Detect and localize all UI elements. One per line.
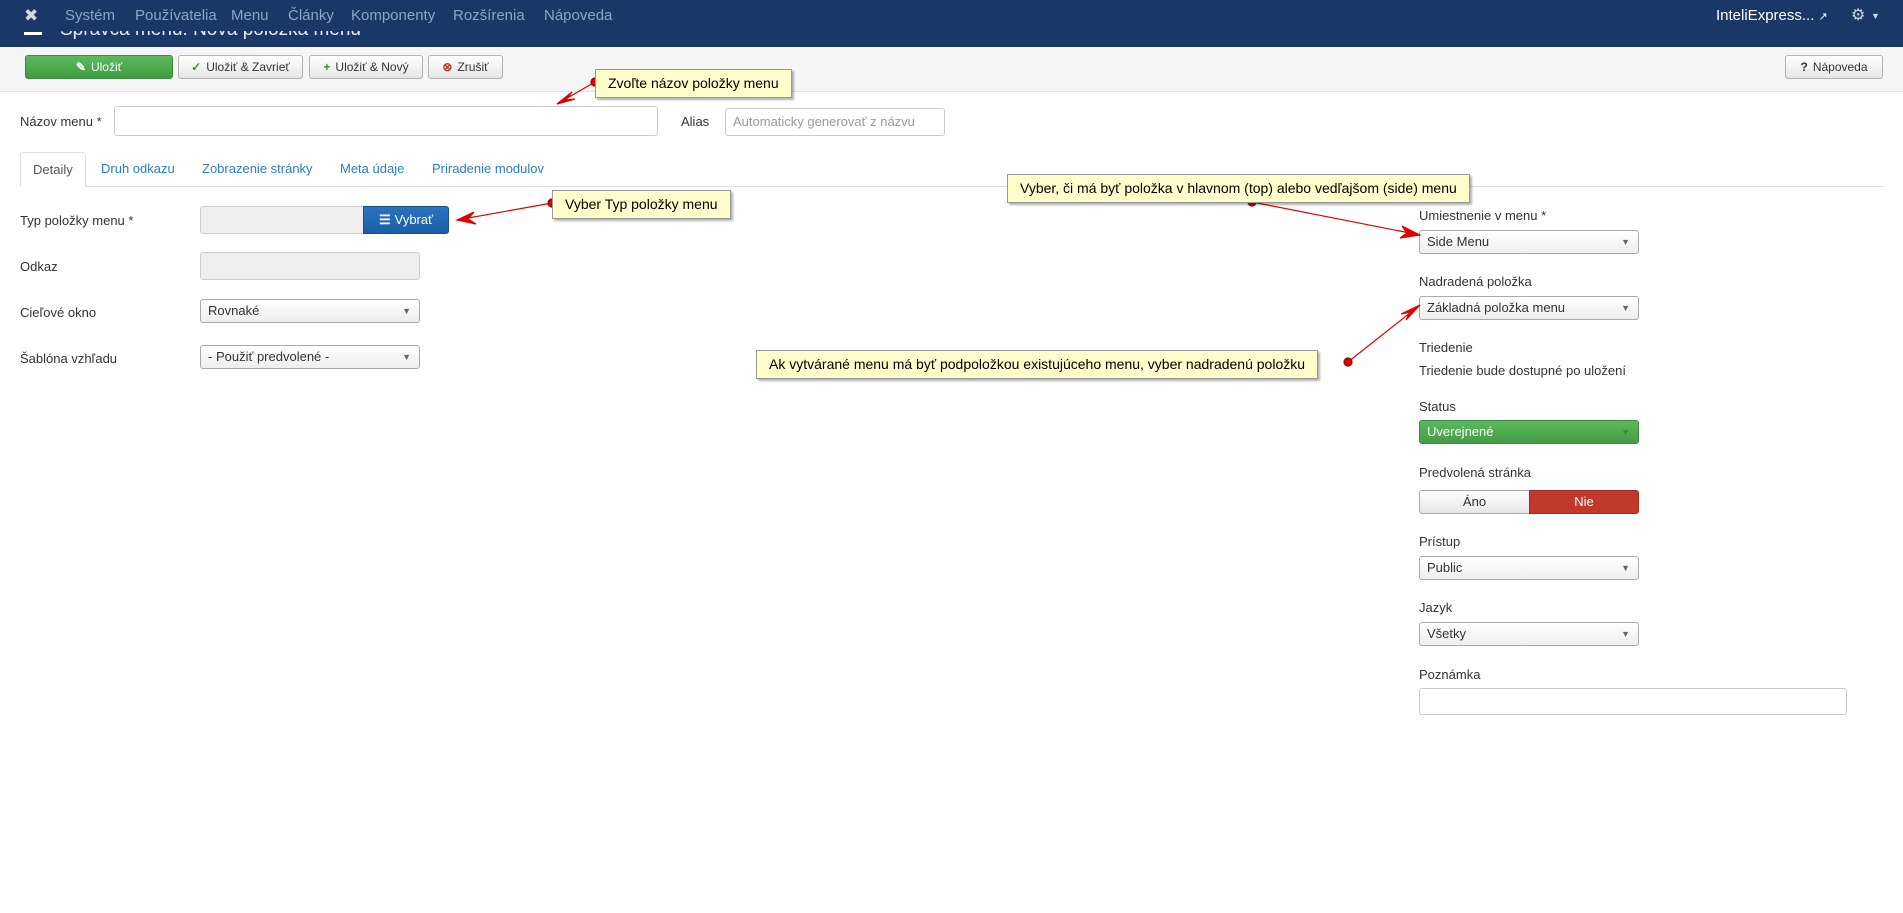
callout-menu-location: Vyber, či má byť položka v hlavnom (top)… [1007,174,1470,203]
callout-menu-type: Vyber Typ položky menu [552,190,731,219]
annotation-arrows [455,77,1422,367]
callout-menu-name: Zvoľte názov položky menu [595,69,792,98]
callout-parent-item: Ak vytvárané menu má byť podpoložkou exi… [756,350,1319,379]
